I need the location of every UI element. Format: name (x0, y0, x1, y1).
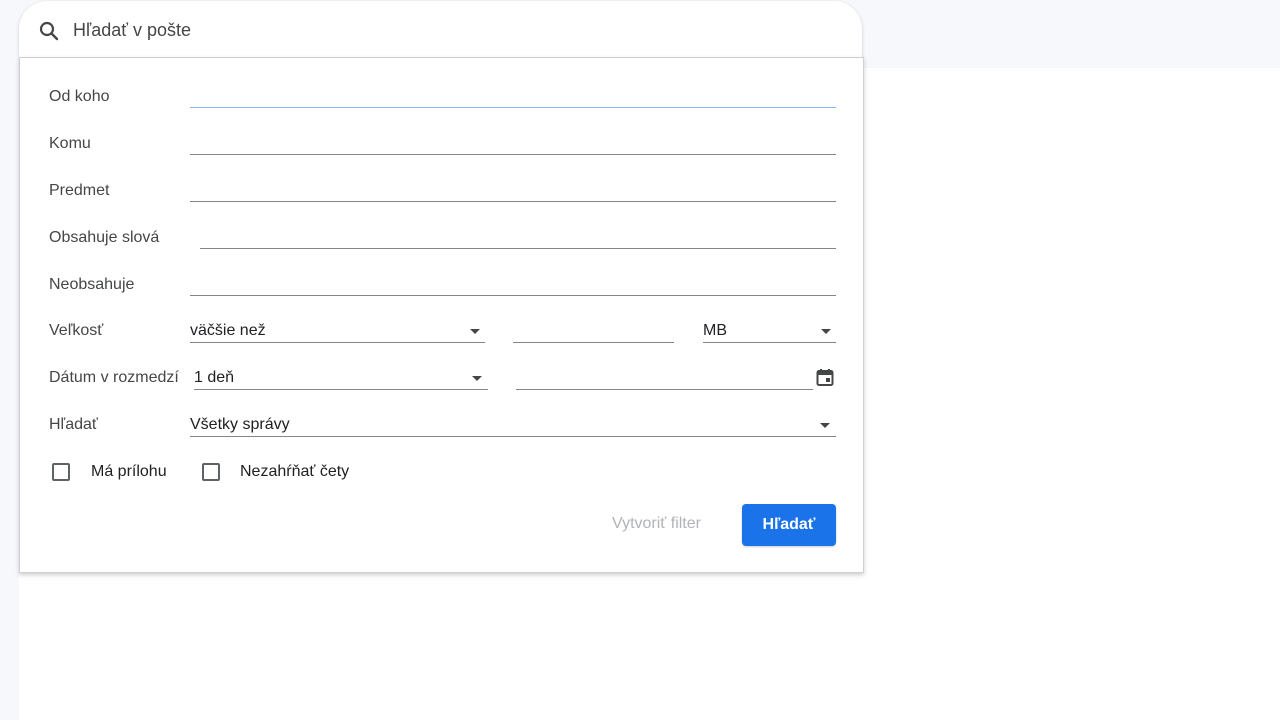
date-range-underline (194, 389, 488, 390)
has-attachment-label[interactable]: Má prílohu (91, 463, 167, 481)
chevron-down-icon (472, 376, 482, 381)
create-filter-button[interactable]: Vytvoriť filter (612, 515, 701, 533)
subject-field[interactable] (190, 201, 836, 202)
exclude-chats-checkbox[interactable] (202, 463, 220, 481)
to-field[interactable] (190, 154, 836, 155)
advanced-search-panel: Od koho Komu Predmet Obsahuje slová Neob… (19, 57, 864, 573)
has-attachment-checkbox[interactable] (52, 463, 70, 481)
size-unit-underline (703, 342, 836, 343)
date-range-value: 1 deň (194, 369, 235, 386)
date-within-label: Dátum v rozmedzí (49, 369, 179, 386)
from-label: Od koho (49, 88, 110, 105)
size-label: Veľkosť (49, 322, 104, 339)
size-unit-value: MB (703, 322, 727, 339)
search-in-underline (190, 436, 836, 437)
chevron-down-icon (820, 423, 830, 428)
subject-label: Predmet (49, 182, 110, 199)
chevron-down-icon (470, 329, 480, 334)
doesnt-have-label: Neobsahuje (49, 276, 135, 293)
size-operator-value: väčšie než (190, 322, 266, 339)
calendar-icon[interactable] (815, 367, 835, 387)
search-icon[interactable] (37, 19, 61, 43)
exclude-chats-label[interactable]: Nezahŕňať čety (240, 463, 349, 481)
chevron-down-icon (821, 329, 831, 334)
date-field[interactable] (516, 389, 813, 390)
has-words-field[interactable] (200, 248, 836, 249)
from-field[interactable] (190, 107, 836, 108)
has-words-label: Obsahuje slová (49, 229, 160, 246)
search-button[interactable]: Hľadať (742, 504, 836, 546)
search-in-value: Všetky správy (190, 416, 290, 433)
to-label: Komu (49, 135, 91, 152)
search-bar[interactable]: Hľadať v pošte (19, 1, 862, 57)
search-in-label: Hľadať (49, 416, 98, 433)
left-background (0, 0, 19, 720)
size-operator-underline (190, 342, 485, 343)
doesnt-have-field[interactable] (190, 295, 836, 296)
size-value-field[interactable] (513, 342, 674, 343)
search-input[interactable]: Hľadať v pošte (73, 20, 191, 41)
